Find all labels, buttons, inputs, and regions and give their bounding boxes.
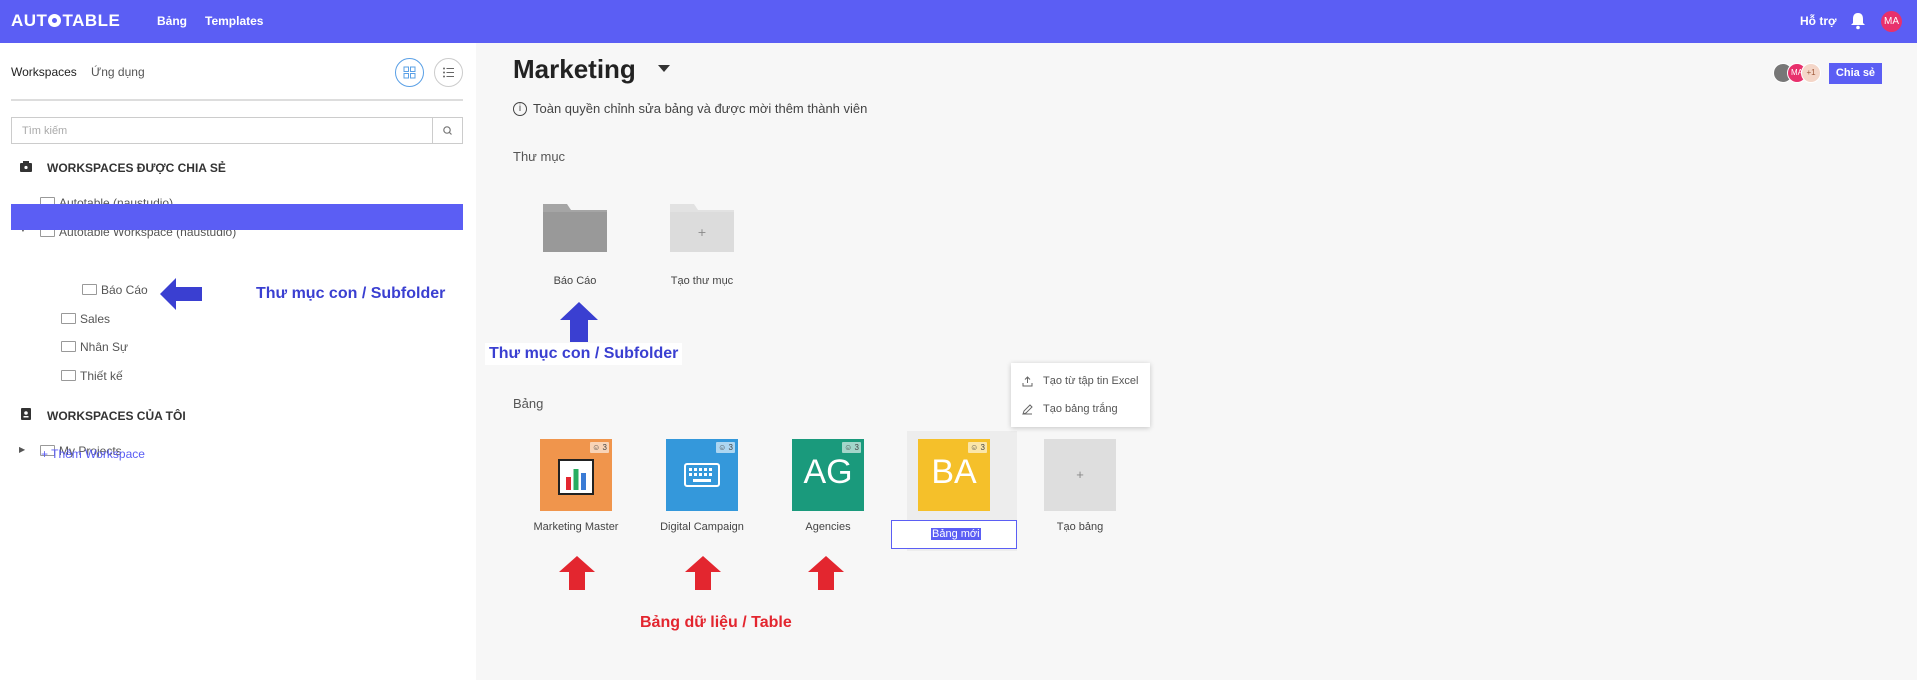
annotation-table: Bảng dữ liệu / Table: [640, 614, 792, 631]
tree-item-sales[interactable]: Sales: [61, 306, 110, 332]
folder-icon: [61, 255, 76, 266]
search-button[interactable]: [432, 118, 462, 143]
tree-item-thiet-ke[interactable]: Thiết kế: [61, 363, 123, 389]
member-badge: ☺ 3: [716, 442, 735, 453]
user-avatar[interactable]: MA: [1881, 11, 1902, 32]
red-arrow-up-icon: [559, 556, 595, 590]
list-view-button[interactable]: [434, 58, 463, 87]
menu-item-blank-table[interactable]: Tạo bảng trắng: [1043, 403, 1118, 415]
create-table-button[interactable]: +: [1044, 439, 1116, 511]
annotation-subfolder-main: Thư mục con / Subfolder: [485, 343, 683, 365]
create-folder-label[interactable]: Tạo thư mục: [642, 275, 762, 287]
rename-value: Bảng mới: [931, 528, 981, 540]
collapse-caret-icon[interactable]: ▼: [40, 254, 48, 263]
grid-view-button[interactable]: [395, 58, 424, 87]
top-bar: AUT TABLE Bảng Templates Hỗ trợ MA: [0, 0, 1917, 43]
keyboard-icon: [684, 463, 720, 487]
red-arrow-up-icon: [685, 556, 721, 590]
tree-selected-highlight: [11, 204, 463, 230]
page-title: Marketing: [513, 54, 636, 84]
folder-icon: [61, 370, 76, 381]
tab-workspaces[interactable]: Workspaces: [11, 65, 77, 79]
tree-item-marketing[interactable]: Marketing: [61, 248, 133, 274]
tables-section-label: Bảng: [513, 396, 544, 411]
share-button[interactable]: Chia sẻ: [1829, 63, 1882, 84]
upload-icon: [1022, 376, 1033, 387]
table-name[interactable]: Agencies: [768, 521, 888, 533]
my-workspaces-heading: WORKSPACES CỦA TÔI: [47, 409, 186, 423]
sidebar: Workspaces Ứng dụng Tìm kiếm: [0, 43, 476, 680]
shared-workspace-icon: [20, 161, 32, 172]
search-input[interactable]: Tìm kiếm: [22, 125, 67, 137]
autotable-logo[interactable]: AUT TABLE: [11, 11, 120, 31]
table-name[interactable]: Digital Campaign: [642, 521, 762, 533]
rename-table-input[interactable]: Bảng mới: [891, 520, 1017, 549]
member-badge: ☺ 3: [968, 442, 987, 453]
create-folder-icon[interactable]: +: [670, 200, 734, 252]
tree-item-bao-cao[interactable]: Báo Cáo: [82, 277, 148, 303]
annotation-subfolder-sidebar: Thư mục con / Subfolder: [256, 285, 446, 302]
shared-workspaces-heading: WORKSPACES ĐƯỢC CHIA SẺ: [47, 161, 226, 175]
folder-icon: [82, 284, 97, 295]
nav-templates[interactable]: Templates: [205, 14, 263, 28]
table-name[interactable]: Marketing Master: [516, 521, 636, 533]
list-icon: [443, 67, 454, 78]
grid-icon: [403, 66, 416, 79]
blue-arrow-left-icon: [160, 278, 202, 310]
folder-name[interactable]: Báo Cáo: [515, 275, 635, 287]
table-initials: BA: [931, 453, 977, 491]
search-icon: [443, 126, 452, 135]
blue-arrow-up-icon: [560, 302, 598, 342]
member-badge: ☺ 3: [590, 442, 609, 453]
tab-apps[interactable]: Ứng dụng: [91, 65, 145, 79]
create-table-label[interactable]: Tạo bảng: [1020, 521, 1140, 533]
folder-icon: [61, 341, 76, 352]
table-initials: AG: [803, 453, 853, 491]
folder-bao-cao-icon[interactable]: [543, 200, 607, 252]
tab-underline: [11, 99, 463, 101]
create-table-menu: Tạo từ tập tin Excel Tạo bảng trắng: [1011, 363, 1150, 427]
tree-item-nhan-su[interactable]: Nhân Sự: [61, 334, 128, 360]
menu-item-import-excel[interactable]: Tạo từ tập tin Excel: [1043, 375, 1138, 387]
svg-text:+: +: [697, 226, 706, 239]
help-link[interactable]: Hỗ trợ: [1800, 14, 1837, 28]
add-workspace-link[interactable]: + Thêm Workspace: [41, 447, 145, 461]
expand-caret-icon[interactable]: ▶: [19, 445, 25, 454]
table-agencies[interactable]: ☺ 3 AG: [792, 439, 864, 511]
search-box[interactable]: Tìm kiếm: [11, 117, 463, 144]
member-badge: ☺ 3: [842, 442, 861, 453]
title-dropdown-icon[interactable]: [658, 65, 670, 72]
permission-note: Toàn quyền chỉnh sửa bảng và được mời th…: [533, 101, 868, 116]
bar-chart-icon: [558, 459, 594, 495]
info-icon: i: [513, 102, 527, 116]
table-marketing-master[interactable]: ☺ 3: [540, 439, 612, 511]
nav-tables[interactable]: Bảng: [157, 14, 187, 28]
pencil-icon: [1022, 404, 1033, 415]
logo-o-icon: [48, 14, 62, 27]
bell-icon[interactable]: [1848, 11, 1868, 31]
member-count-badge: +1: [1801, 63, 1821, 83]
my-workspace-icon: [21, 408, 31, 420]
red-arrow-up-icon: [808, 556, 844, 590]
table-bang-moi[interactable]: ☺ 3 BA: [918, 439, 990, 511]
folders-section-label: Thư mục: [513, 149, 566, 164]
folder-icon: [61, 313, 76, 324]
table-digital-campaign[interactable]: ☺ 3: [666, 439, 738, 511]
